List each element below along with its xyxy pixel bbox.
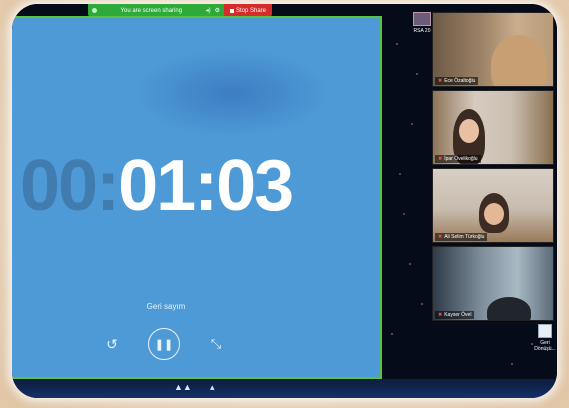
participant-name-tag: ✖ Ece Özaltoğlu <box>435 77 479 85</box>
rsa-thumbnail-icon <box>413 12 431 26</box>
ship-icon: ▲▲ <box>174 382 192 392</box>
muted-mic-icon: ✖ <box>438 312 443 318</box>
taskbar-strip: ▲▲ ▴ <box>12 379 557 398</box>
recycle-bin-label: Geri Dönüşü... <box>534 340 556 352</box>
sharing-indicator-icon <box>92 8 97 13</box>
participant-name: İpar Övelikoğlu <box>444 156 478 162</box>
participant-video[interactable]: ✖ İpar Övelikoğlu <box>432 90 554 165</box>
screenshot-frame: You are screen sharing ◂) ⚙ Stop Share 0… <box>12 4 557 398</box>
pause-button[interactable]: ❚❚ <box>148 328 180 360</box>
stop-share-label: Stop Share <box>235 7 267 14</box>
participant-name-tag: ✖ İpar Övelikoğlu <box>435 155 481 163</box>
participant-face <box>484 203 504 225</box>
participant-avatar <box>487 297 531 320</box>
clock-app-window: 00:01:03 Geri sayım ↺ ❚❚ ⤡ <box>12 16 382 379</box>
reset-icon[interactable]: ↺ <box>104 336 120 352</box>
desktop-shortcut-rsa[interactable]: RSA 20 <box>411 12 433 34</box>
timer-minutes-seconds: 01:03 <box>118 146 294 226</box>
muted-mic-icon: ✖ <box>438 78 443 84</box>
pause-icon: ❚❚ <box>154 338 174 351</box>
participant-name-tag: ✖ Kayser Övel <box>435 311 475 319</box>
participant-name: Ali Selim Türkoğlu <box>444 234 485 240</box>
stop-icon <box>229 8 234 13</box>
muted-mic-icon: ✖ <box>438 234 443 240</box>
background-blur <box>132 48 332 138</box>
participant-name: Kayser Övel <box>444 312 472 318</box>
countdown-timer: 00:01:03 <box>20 146 294 226</box>
ship-icon: ▴ <box>210 382 215 392</box>
collapse-arrows-icon[interactable]: ⤡ <box>208 336 224 352</box>
rsa-label: RSA 20 <box>413 28 431 34</box>
timer-hours: 00: <box>20 146 120 226</box>
participant-video[interactable]: ✖ Ali Selim Türkoğlu <box>432 168 554 243</box>
participant-name-tag: ✖ Ali Selim Türkoğlu <box>435 233 488 241</box>
audio-icon[interactable]: ◂) <box>206 7 211 14</box>
participant-name: Ece Özaltoğlu <box>444 78 476 84</box>
participant-avatar <box>491 35 547 86</box>
timer-caption: Geri sayım <box>146 302 186 311</box>
participant-face <box>459 119 479 143</box>
recycle-bin-icon <box>538 324 552 338</box>
desktop-shortcut-recycle[interactable]: Geri Dönüşü... <box>534 324 556 352</box>
sharing-status-text: You are screen sharing <box>120 7 183 14</box>
muted-mic-icon: ✖ <box>438 156 443 162</box>
participant-video[interactable]: ✖ Kayser Övel <box>432 246 554 321</box>
settings-icon[interactable]: ⚙ <box>215 7 220 14</box>
participant-video[interactable]: ✖ Ece Özaltoğlu <box>432 12 554 87</box>
